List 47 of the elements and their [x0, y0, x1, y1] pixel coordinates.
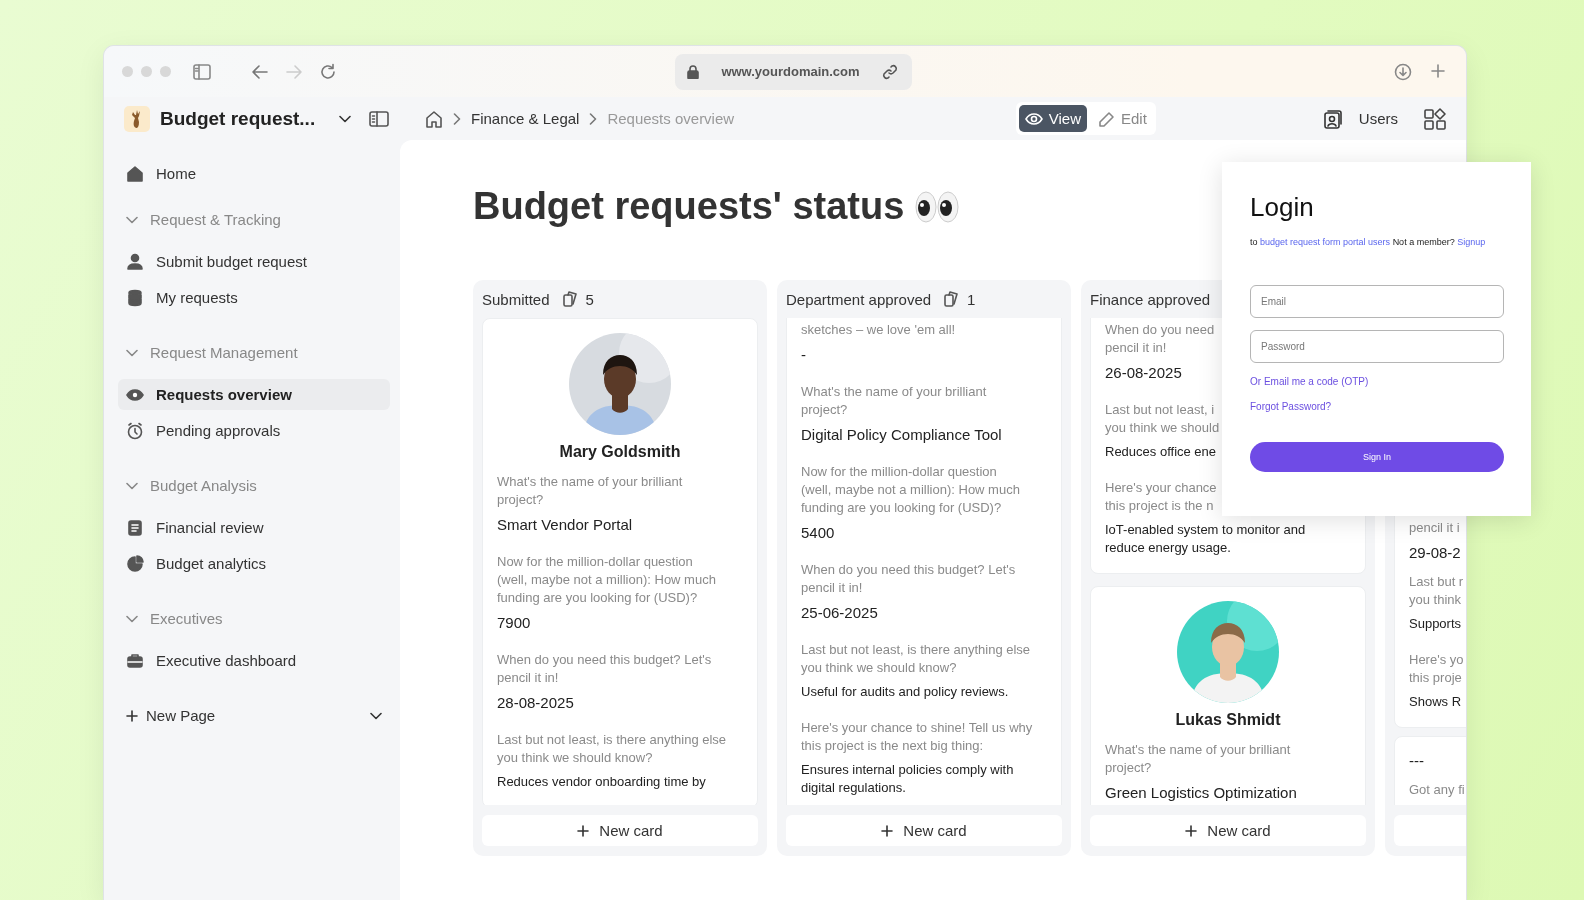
answer-text: Useful for audits and policy reviews.	[801, 683, 1009, 701]
page-title: Budget requests' status	[473, 185, 905, 228]
card-count: 5	[585, 290, 594, 308]
answer-text: Ensures internal policies comply with digital regulations.	[801, 761, 1014, 797]
app-title: Budget request...	[160, 107, 316, 130]
question-label: Got any fi	[1409, 781, 1465, 799]
answer-value: 5400	[801, 523, 835, 543]
login-title: Login	[1250, 192, 1314, 223]
question-label: Last but not least, i you think we should	[1105, 401, 1220, 437]
column-title: Submitted	[482, 290, 550, 308]
login-subtitle: to budget request form portal users Not a member? Signup	[1250, 237, 1486, 247]
column-title: Finance approved	[1090, 290, 1211, 308]
question-label: Now for the million-dollar question (well, maybe not a million): How much funding are you looking for (USD)?	[497, 553, 716, 607]
answer-text: Supports	[1409, 615, 1462, 633]
answer-value: ---	[1409, 751, 1424, 771]
question-label: sketches – we love 'em all!	[801, 321, 956, 339]
answer-text: IoT-enabled system to monitor and reduce energy usage.	[1105, 521, 1306, 557]
answer-value: 7900	[497, 613, 531, 633]
question-label: What's the name of your brilliant project?	[497, 473, 683, 509]
answer-value: Digital Policy Compliance Tool	[801, 425, 1002, 445]
question-label: What's the name of your brilliant project?	[801, 383, 987, 419]
question-label: When do you need this budget? Let's pencil it in!	[497, 651, 712, 687]
answer-value: 26-08-2025	[1105, 363, 1182, 383]
question-label: Here's yo this proje	[1409, 651, 1464, 687]
person-name: Lukas Shmidt	[1175, 711, 1281, 729]
card-count: 1	[967, 290, 976, 308]
question-label: When do you need this budget? Let's pencil it in!	[801, 561, 1016, 597]
question-label: Here's your chance to shine! Tell us why this project is the next big thing:	[801, 719, 1033, 755]
question-label: Last but r you think	[1409, 573, 1464, 609]
person-name: Mary Goldsmith	[559, 443, 681, 461]
answer-value: 28-08-2025	[497, 693, 574, 713]
answer-value: Green Logistics Optimization	[1105, 783, 1297, 803]
answer-text: Reduces office ene	[1105, 443, 1217, 461]
answer-text: Reduces vendor onboarding time by	[497, 773, 706, 791]
question-label: Last but not least, is there anything else you think we should know?	[497, 731, 727, 767]
question-label: pencil it i	[1409, 519, 1460, 537]
question-label: What's the name of your brilliant project?	[1105, 741, 1291, 777]
question-label: Here's your chance this project is the n	[1105, 479, 1217, 515]
answer-value: -	[801, 345, 806, 365]
answer-value: Smart Vendor Portal	[497, 515, 633, 535]
answer-value: 25-06-2025	[801, 603, 878, 623]
question-label: When do you need pencil it in!	[1105, 321, 1215, 357]
question-label: Now for the million-dollar question (well, maybe not a million): How much funding are you looking for (USD)?	[801, 463, 1020, 517]
answer-text: Shows R	[1409, 693, 1462, 711]
question-label: Last but not least, is there anything else you think we should know?	[801, 641, 1031, 677]
answer-value: 29-08-2	[1409, 543, 1461, 563]
column-title: Department approved	[786, 290, 932, 308]
